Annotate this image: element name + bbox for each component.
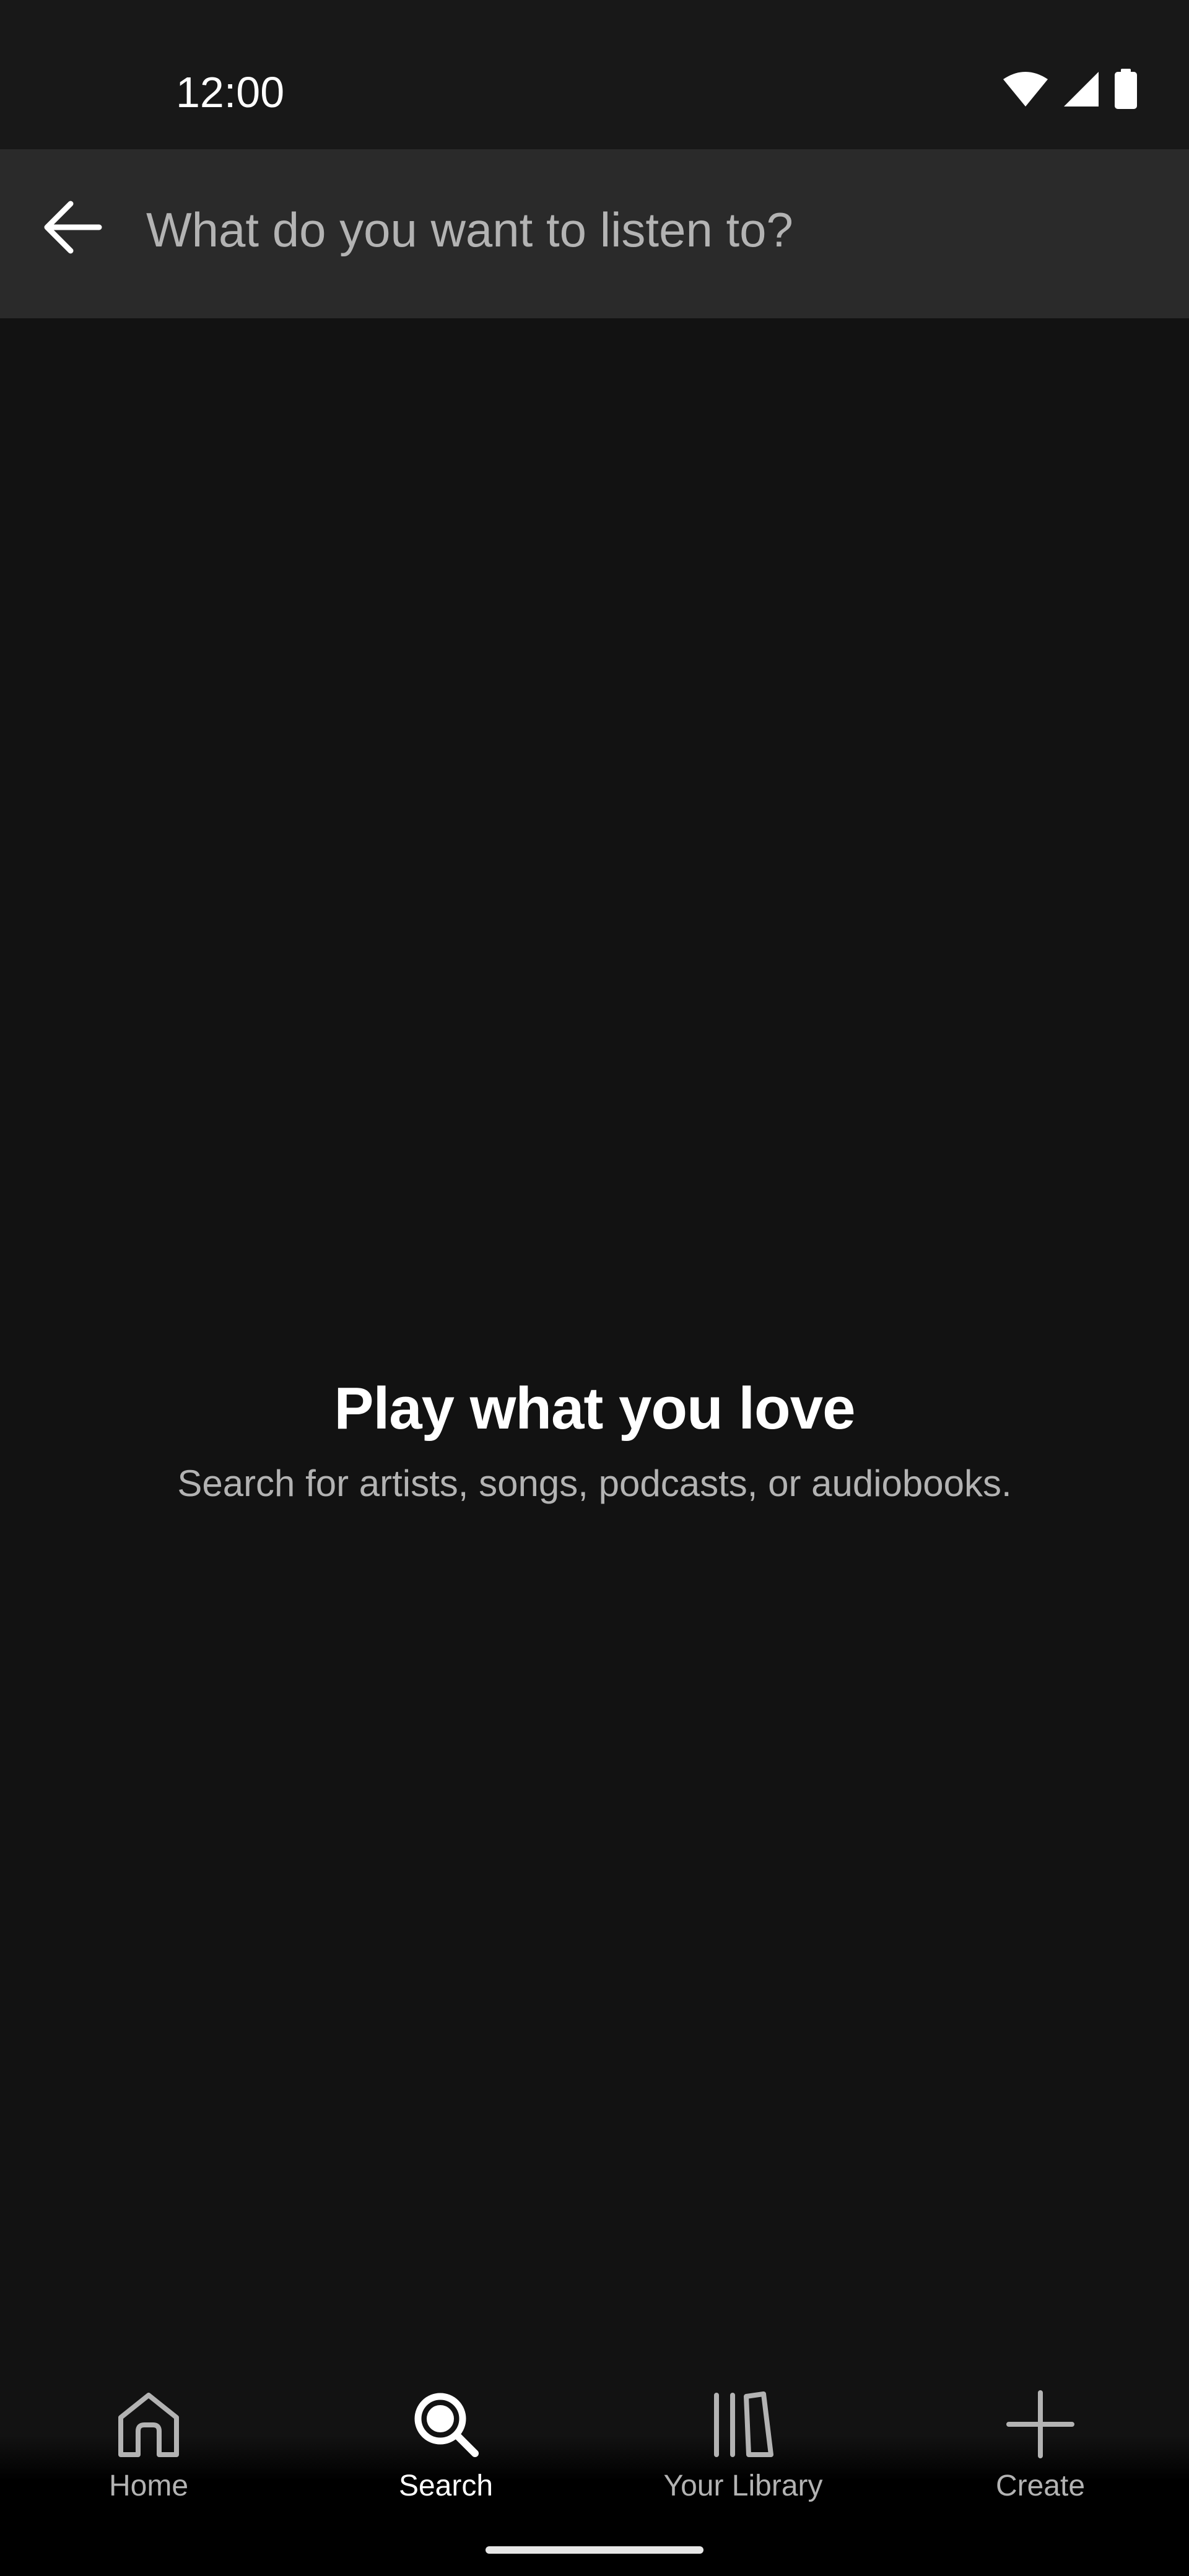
arrow-left-icon: [42, 196, 104, 261]
empty-state-subtitle: Search for artists, songs, podcasts, or …: [177, 1463, 1012, 1504]
battery-icon: [1113, 69, 1138, 110]
wifi-icon: [1002, 71, 1049, 108]
home-icon: [111, 2387, 186, 2461]
nav-label-create: Create: [995, 2469, 1086, 2502]
plus-icon: [1003, 2387, 1078, 2461]
nav-label-search: Search: [398, 2469, 494, 2502]
cellular-signal-icon: [1063, 71, 1100, 108]
home-indicator[interactable]: [486, 2546, 703, 2554]
nav-item-search[interactable]: Search: [297, 2387, 594, 2530]
search-icon: [409, 2387, 483, 2461]
search-input[interactable]: [146, 186, 1149, 273]
nav-item-create[interactable]: Create: [892, 2387, 1189, 2530]
bottom-nav: Home Search Your Library Create: [0, 2350, 1189, 2576]
back-button[interactable]: [25, 180, 121, 277]
status-bar: 12:00: [0, 0, 1189, 149]
screen: 12:00 What do you want to listen to? Pla…: [0, 0, 1189, 2576]
nav-item-your-library[interactable]: Your Library: [594, 2387, 892, 2530]
status-icons: [1002, 67, 1138, 111]
empty-state: Play what you love Search for artists, s…: [0, 1368, 1189, 1510]
nav-label-home: Home: [108, 2469, 189, 2502]
nav-item-home[interactable]: Home: [0, 2387, 297, 2530]
library-icon: [706, 2387, 780, 2461]
empty-state-title: Play what you love: [334, 1375, 856, 1442]
nav-label-your-library: Your Library: [663, 2469, 823, 2502]
status-time: 12:00: [176, 68, 285, 116]
search-header: [0, 149, 1189, 318]
